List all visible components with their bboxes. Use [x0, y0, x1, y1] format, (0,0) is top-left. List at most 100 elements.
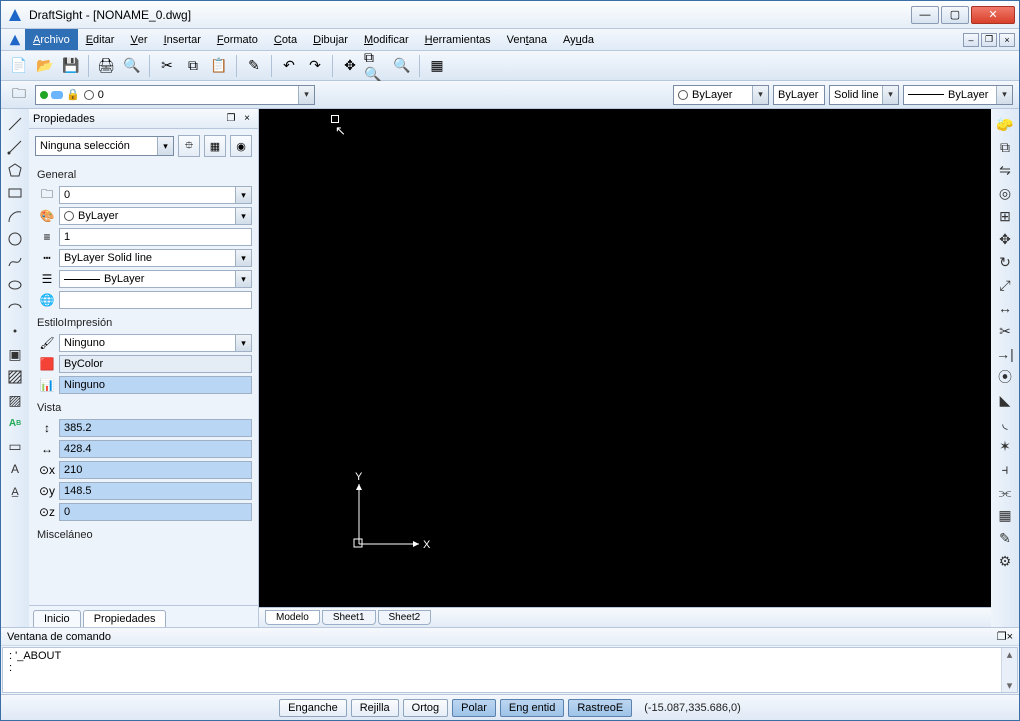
prop-hyperlink[interactable] [59, 291, 252, 309]
extend-icon[interactable]: →| [994, 343, 1016, 365]
prop-color[interactable]: ByLayer [59, 207, 252, 225]
mdi-restore-button[interactable]: ❐ [981, 33, 997, 47]
toggle-enganche[interactable]: Enganche [279, 699, 347, 717]
break-icon[interactable]: ⦿ [994, 366, 1016, 388]
trim-icon[interactable]: ✂ [994, 320, 1016, 342]
pan-icon[interactable]: ✥ [338, 54, 362, 78]
dropdown-icon[interactable] [882, 86, 898, 104]
join-icon[interactable]: ⫘ [994, 481, 1016, 503]
toggle-rastreoe[interactable]: RastreoE [568, 699, 632, 717]
line-icon[interactable] [4, 113, 26, 135]
panel-dock-icon[interactable]: ❐ [224, 112, 238, 126]
new-icon[interactable]: 📄 [7, 54, 31, 78]
note-icon[interactable]: ▭ [4, 435, 26, 457]
menu-modificar[interactable]: Modificar [356, 29, 417, 50]
cmd-close-icon[interactable]: × [1007, 631, 1013, 643]
dropdown-icon[interactable] [235, 187, 251, 203]
align-icon[interactable]: ⫞ [994, 458, 1016, 480]
mdi-close-button[interactable]: × [999, 33, 1015, 47]
point-icon[interactable] [4, 320, 26, 342]
toggle-eng-entid[interactable]: Eng entid [500, 699, 564, 717]
prop-view-cx[interactable]: 210 [59, 461, 252, 479]
dropdown-icon[interactable] [996, 86, 1012, 104]
prop-view-w[interactable]: 428.4 [59, 440, 252, 458]
mtext-icon[interactable]: A [4, 458, 26, 480]
rectangle-icon[interactable] [4, 182, 26, 204]
explode-icon[interactable]: ✶ [994, 435, 1016, 457]
toggle-ortog[interactable]: Ortog [403, 699, 449, 717]
copy-icon[interactable]: ⧉ [181, 54, 205, 78]
menu-formato[interactable]: Formato [209, 29, 266, 50]
redo-icon[interactable]: ↷ [303, 54, 327, 78]
selection-combo[interactable]: Ninguna selección [35, 136, 174, 156]
prop-scale[interactable]: 1 [59, 228, 252, 246]
dropdown-icon[interactable] [235, 250, 251, 266]
properties-icon[interactable]: ▦ [425, 54, 449, 78]
chamfer-icon[interactable]: ◣ [994, 389, 1016, 411]
dropdown-icon[interactable] [298, 86, 314, 104]
tab-sheet2[interactable]: Sheet2 [378, 610, 432, 625]
ellipse-arc-icon[interactable] [4, 297, 26, 319]
erase-icon[interactable]: 🧽 [994, 113, 1016, 135]
menu-dibujar[interactable]: Dibujar [305, 29, 356, 50]
settings-icon[interactable]: ⚙ [994, 550, 1016, 572]
linestyle-combo[interactable]: ByLayer [903, 85, 1013, 105]
pencil-icon[interactable]: ✎ [242, 54, 266, 78]
edit-text-icon[interactable]: ✎ [994, 527, 1016, 549]
cmd-dock-icon[interactable]: ❐ [997, 630, 1007, 643]
scrollbar[interactable]: ▴▾ [1001, 648, 1017, 692]
close-button[interactable]: ✕ [971, 6, 1015, 24]
prop-layer[interactable]: 0 [59, 186, 252, 204]
ellipse-icon[interactable] [4, 274, 26, 296]
prop-view-h[interactable]: 385.2 [59, 419, 252, 437]
mirror-icon[interactable]: ⇋ [994, 159, 1016, 181]
pick-icon[interactable]: ◉ [230, 135, 252, 157]
menu-insertar[interactable]: Insertar [156, 29, 209, 50]
paste-icon[interactable]: 📋 [207, 54, 231, 78]
dropdown-icon[interactable] [157, 137, 173, 155]
rotate-icon[interactable]: ↻ [994, 251, 1016, 273]
drawing-canvas[interactable]: ↖ X Y [259, 109, 991, 607]
prop-view-cy[interactable]: 148.5 [59, 482, 252, 500]
stretch-icon[interactable]: ↔ [994, 297, 1016, 319]
layer-combo[interactable]: 🔒 0 [35, 85, 315, 105]
copy-entity-icon[interactable]: ⧉ [994, 136, 1016, 158]
toggle-rejilla[interactable]: Rejilla [351, 699, 399, 717]
print-icon[interactable]: 🖨 [94, 54, 118, 78]
zoom-extents-icon[interactable]: 🔍 [390, 54, 414, 78]
color-combo[interactable]: ByLayer [673, 85, 769, 105]
prop-view-cz[interactable]: 0 [59, 503, 252, 521]
tab-propiedades[interactable]: Propiedades [83, 610, 167, 627]
print-preview-icon[interactable]: 🔍 [120, 54, 144, 78]
array-icon[interactable]: ⊞ [994, 205, 1016, 227]
prop-plottable[interactable]: Ninguno [59, 376, 252, 394]
ray-icon[interactable] [4, 136, 26, 158]
tab-modelo[interactable]: Modelo [265, 610, 320, 625]
tab-inicio[interactable]: Inicio [33, 610, 81, 627]
edit-hatch-icon[interactable]: ▦ [994, 504, 1016, 526]
mdi-minimize-button[interactable]: – [963, 33, 979, 47]
panel-close-icon[interactable]: × [240, 112, 254, 126]
save-icon[interactable]: 💾 [59, 54, 83, 78]
quickselect-icon[interactable]: ⯐ [178, 135, 200, 157]
menu-archivo[interactable]: Archivo [25, 29, 78, 50]
hatch-icon[interactable] [4, 366, 26, 388]
menu-editar[interactable]: Editar [78, 29, 123, 50]
layer-manager-icon[interactable]: 🗀 [7, 83, 31, 107]
undo-icon[interactable]: ↶ [277, 54, 301, 78]
command-input[interactable]: : '_ABOUT : ▴▾ [2, 647, 1018, 693]
dropdown-icon[interactable] [235, 271, 251, 287]
maximize-button[interactable]: ▢ [941, 6, 969, 24]
prop-lineweight[interactable]: ByLayer [59, 270, 252, 288]
menu-ayuda[interactable]: Ayuda [555, 29, 602, 50]
region-icon[interactable]: ▨ [4, 389, 26, 411]
circle-icon[interactable] [4, 228, 26, 250]
scale-icon[interactable]: ⤢ [994, 274, 1016, 296]
prop-plotstyle[interactable]: Ninguno [59, 334, 252, 352]
toggle-polar[interactable]: Polar [452, 699, 496, 717]
lineweight-combo[interactable]: ByLayer [773, 85, 825, 105]
dropdown-icon[interactable] [235, 208, 251, 224]
minimize-button[interactable]: ― [911, 6, 939, 24]
polygon-icon[interactable] [4, 159, 26, 181]
text-icon[interactable]: AB [4, 412, 26, 434]
